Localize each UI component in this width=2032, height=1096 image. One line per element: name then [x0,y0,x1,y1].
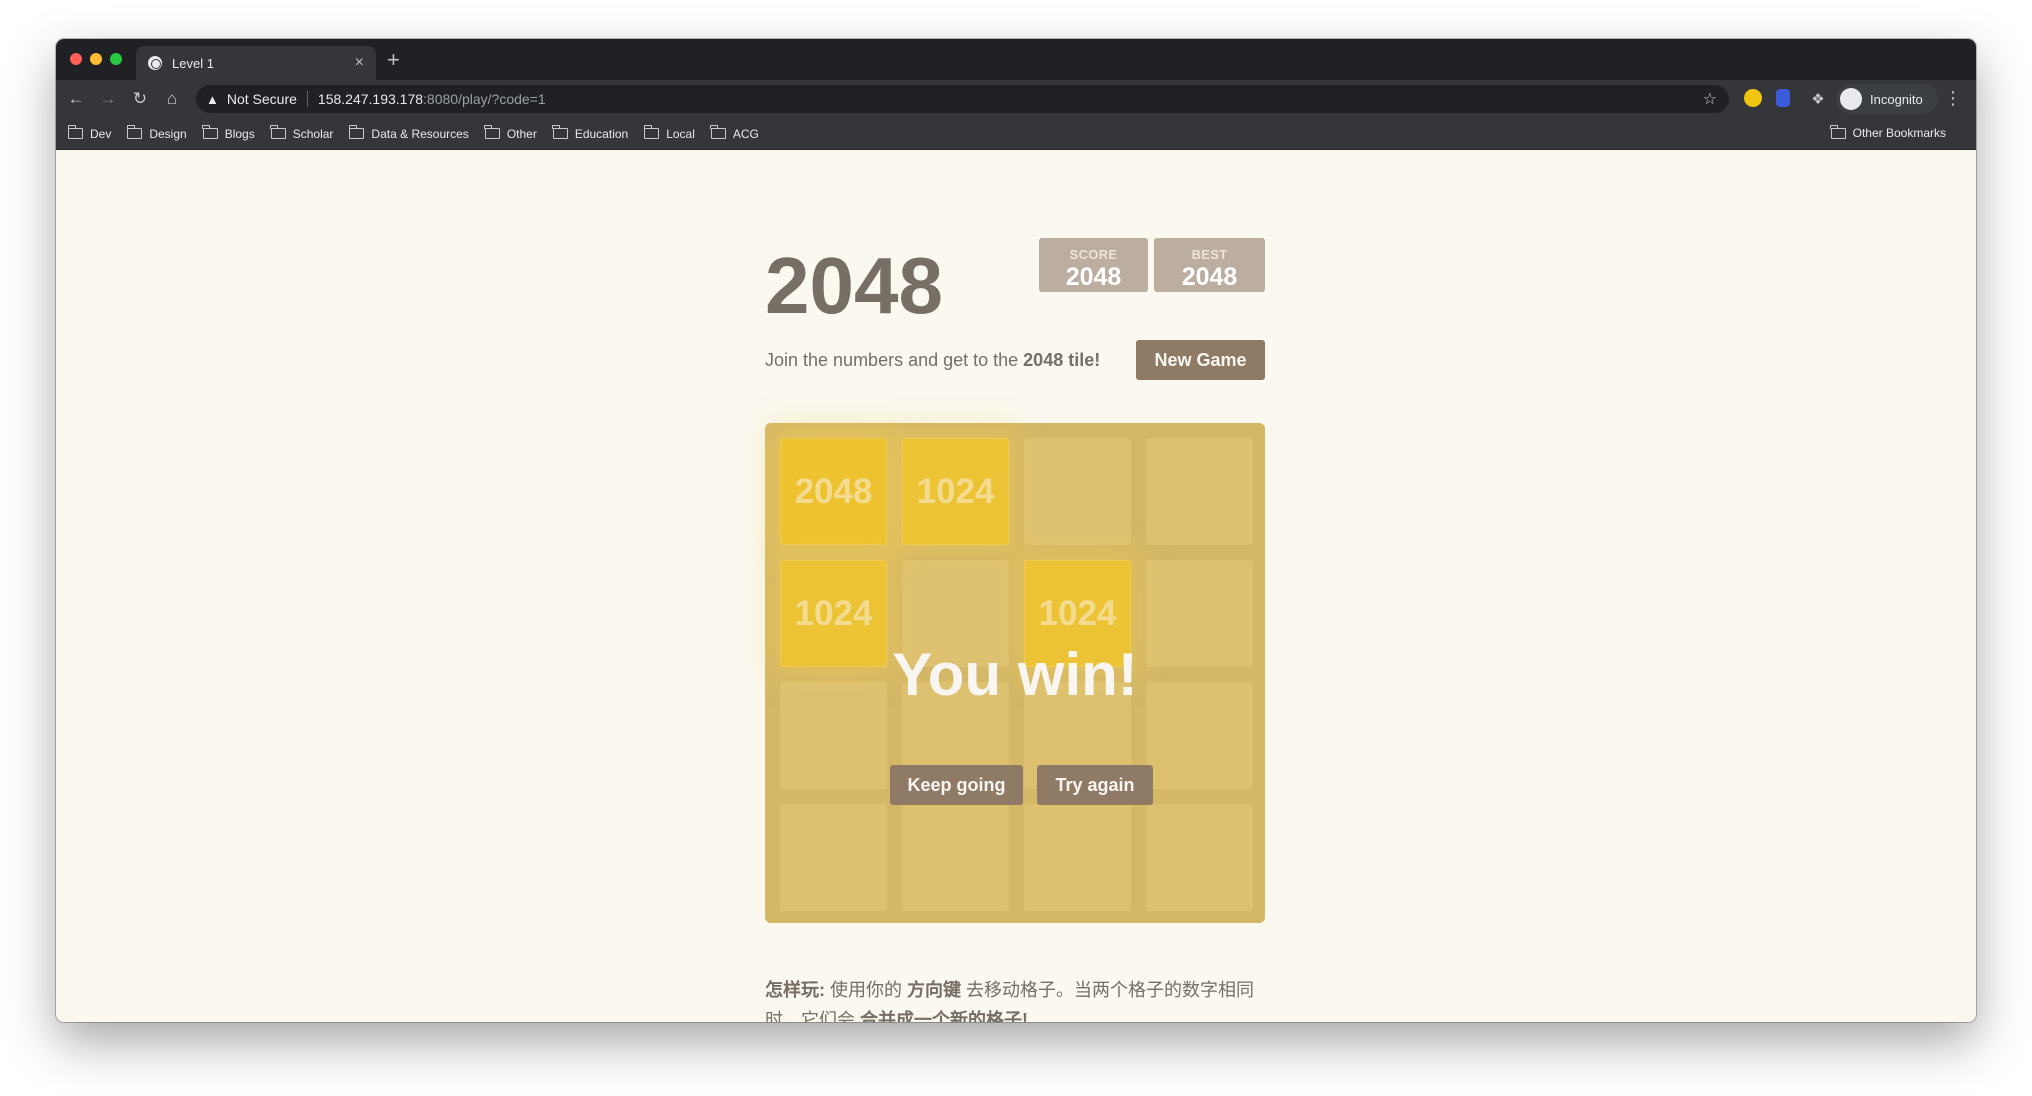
howto-keys: 方向键 [907,980,962,1000]
bookmark-folder-acg[interactable]: ACG [710,125,759,141]
win-overlay: You win! Keep going Try again [765,423,1265,923]
incognito-icon [1840,88,1862,110]
maximize-window-button[interactable] [110,53,122,65]
address-bar[interactable]: ▲ Not Secure 158.247.193.178:8080/play/?… [196,85,1729,113]
bookmark-folder-other[interactable]: Other [484,125,537,141]
close-window-button[interactable] [70,53,82,65]
warning-icon: ▲ [206,91,219,107]
bookmark-folder-design[interactable]: Design [126,125,187,141]
howto-label: 怎样玩: [765,980,825,1000]
divider [306,91,308,107]
traffic-lights [70,53,122,65]
intro-bold: 2048 tile! [1023,350,1101,370]
intro-text: Join the numbers and get to the [765,350,1024,370]
game-board: 2048102410241024You win!Keep goingTry ag… [765,423,1265,923]
bookmark-label: Local [666,126,695,141]
bookmark-label: Education [574,126,629,141]
back-arrow-icon[interactable]: ← [64,87,88,111]
extension-shield-icon[interactable] [1776,89,1790,107]
folder-icon [643,125,660,139]
win-message: You win! [892,641,1138,708]
bookmark-folder-blogs[interactable]: Blogs [202,125,255,141]
bookmark-folder-dev[interactable]: Dev [67,125,112,141]
folder-icon [1830,124,1846,139]
howto-text1: 使用你的 [825,980,908,1000]
bookmark-folder-education[interactable]: Education [552,125,629,141]
best-value: 2048 [1181,263,1238,291]
new-game-button[interactable]: New Game [1136,340,1265,380]
folder-icon [67,125,83,139]
folder-icon [348,125,365,139]
bookmark-folder-scholar[interactable]: Scholar [270,125,334,141]
kebab-menu-icon[interactable]: ⋮ [1944,88,1962,109]
score-box: SCORE 2048 [1039,238,1148,292]
how-to-play: 怎样玩: 使用你的 方向键 去移动格子。当两个格子的数字相同时，它们会 合并成一… [765,975,1265,1022]
home-icon[interactable]: ⌂ [160,87,184,111]
folder-icon [710,125,726,139]
tab-level-1[interactable]: Level 1 × [136,46,376,80]
tab-strip: Level 1 × + [56,39,1976,80]
browser-toolbar: ← → ↻ ⌂ ▲ Not Secure 158.247.193.178:808… [56,80,1976,118]
bookmark-label: Blogs [224,126,255,141]
tab-title: Level 1 [172,55,214,71]
game-page: 2048 SCORE 2048 BEST 2048 Join the numbe… [56,150,1976,1022]
bookmark-label: Design [149,126,187,141]
puzzle-extensions-icon[interactable]: ❖ [1806,87,1830,111]
best-label: BEST [1191,247,1228,262]
extension-coin-icon[interactable] [1744,89,1762,107]
reload-icon[interactable]: ↻ [128,87,152,111]
score-label: SCORE [1069,247,1118,262]
game-title: 2048 [765,241,943,330]
bookmark-label: Other [506,126,537,141]
bookmark-star-icon[interactable]: ☆ [1703,89,1717,109]
try-again-button[interactable]: Try again [1037,765,1153,805]
folder-icon [484,125,500,139]
bookmark-label: Data & Resources [371,126,469,141]
new-tab-button[interactable]: + [387,47,400,73]
bookmark-label: Scholar [292,126,334,141]
score-value: 2048 [1065,263,1122,291]
browser-window: Level 1 × + ← → ↻ ⌂ ▲ Not Secure 158.247… [56,39,1976,1022]
profile-label: Incognito [1870,91,1923,107]
other-bookmarks[interactable]: Other Bookmarks [1830,124,1946,140]
forward-arrow-icon[interactable]: → [96,87,120,111]
bookmark-label: Dev [90,126,112,141]
bookmarks-bar: Dev Design Blogs Scholar Data & Resource… [56,118,1976,150]
url-path: :8080/play/?code=1 [423,91,546,107]
url-host: 158.247.193.178 [317,91,424,107]
folder-icon [270,125,286,139]
game-intro: Join the numbers and get to the 2048 til… [765,350,1100,371]
bookmark-folder-data-resources[interactable]: Data & Resources [348,125,469,141]
profile-incognito[interactable]: Incognito [1836,84,1938,114]
best-box: BEST 2048 [1154,238,1265,292]
bookmark-folder-local[interactable]: Local [643,125,695,141]
security-label[interactable]: Not Secure [227,91,297,107]
bookmark-label: ACG [732,126,759,141]
folder-icon [126,125,143,139]
close-tab-icon[interactable]: × [355,54,364,72]
bookmark-label: Other Bookmarks [1852,126,1946,140]
folder-icon [202,125,218,139]
folder-icon [552,125,568,139]
minimize-window-button[interactable] [90,53,102,65]
globe-icon [148,56,162,70]
keep-going-button[interactable]: Keep going [890,765,1023,805]
howto-merge: 合并成一个新的格子! [860,1010,1029,1022]
